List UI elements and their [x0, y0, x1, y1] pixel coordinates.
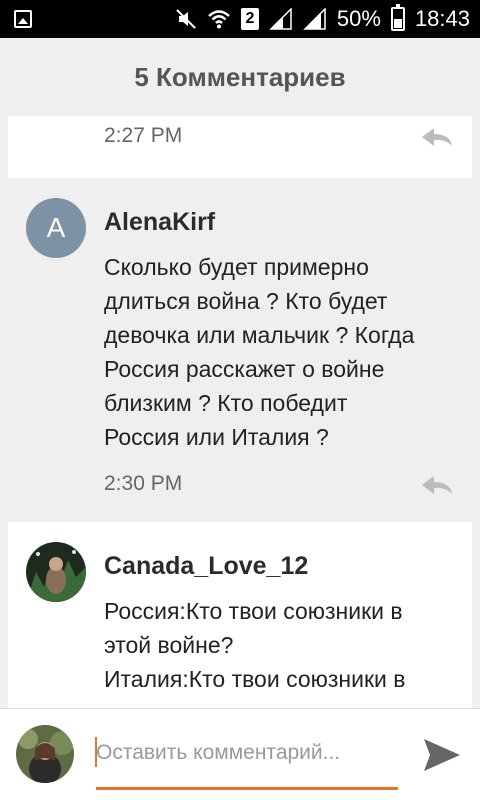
- status-bar: 2 50% 18:43: [0, 0, 480, 38]
- comment-time: 2:27 PM: [104, 124, 183, 147]
- avatar[interactable]: [26, 542, 86, 602]
- clock: 18:43: [414, 6, 470, 31]
- comment-author[interactable]: AlenaKirf: [104, 208, 215, 237]
- comment-line: Сколько будет примерно: [104, 254, 369, 280]
- reply-icon[interactable]: [420, 126, 454, 148]
- send-icon[interactable]: [422, 735, 462, 775]
- comment-line: близким ? Кто победит: [104, 390, 348, 416]
- comment-text: Сколько будет примерно длиться война ? К…: [104, 250, 454, 454]
- photo-icon: [14, 10, 32, 28]
- comment-card: 2:27 PM: [8, 116, 472, 178]
- comment-line: длиться война ? Кто будет: [104, 288, 388, 314]
- comment-line: Россия или Италия ?: [104, 424, 329, 450]
- comment-line: Италия:Кто твои союзники в: [104, 666, 406, 692]
- reply-icon[interactable]: [420, 474, 454, 496]
- wifi-icon: [207, 8, 231, 30]
- comment-input[interactable]: [96, 733, 398, 773]
- comment-card: A AlenaKirf Сколько будет примерно длить…: [8, 190, 472, 523]
- battery-percent: 50%: [336, 6, 381, 31]
- comment-time: 2:30 PM: [104, 472, 183, 495]
- battery-icon: [390, 4, 405, 31]
- comment-line: Россия расскажет о войне: [104, 356, 385, 382]
- sim-badge: 2: [240, 8, 259, 30]
- comments-feed[interactable]: 2:27 PM A AlenaKirf Сколько будет пример…: [0, 116, 480, 708]
- comment-author[interactable]: Canada_Love_12: [104, 552, 308, 581]
- comment-line: этой войне?: [104, 632, 234, 658]
- input-underline: [96, 787, 398, 790]
- comment-composer: [0, 708, 480, 800]
- comment-line: девочка или мальчик ? Когда: [104, 322, 415, 348]
- comment-line: Россия:Кто твои союзники в: [104, 598, 403, 624]
- signal-icon-2: [303, 8, 327, 30]
- comments-header: 5 Комментариев: [0, 38, 480, 116]
- comment-card: Canada_Love_12 Россия:Кто твои союзники …: [8, 522, 472, 708]
- page-title: 5 Комментариев: [134, 61, 346, 92]
- mute-icon: [175, 8, 197, 30]
- avatar[interactable]: A: [26, 198, 86, 258]
- user-avatar[interactable]: [16, 725, 74, 783]
- signal-icon: [269, 8, 293, 30]
- user-avatar-photo: [16, 725, 74, 783]
- avatar-photo: [26, 542, 86, 602]
- comment-text: Россия:Кто твои союзники в этой войне? И…: [104, 594, 454, 696]
- status-icons: 2 50% 18:43: [175, 0, 470, 38]
